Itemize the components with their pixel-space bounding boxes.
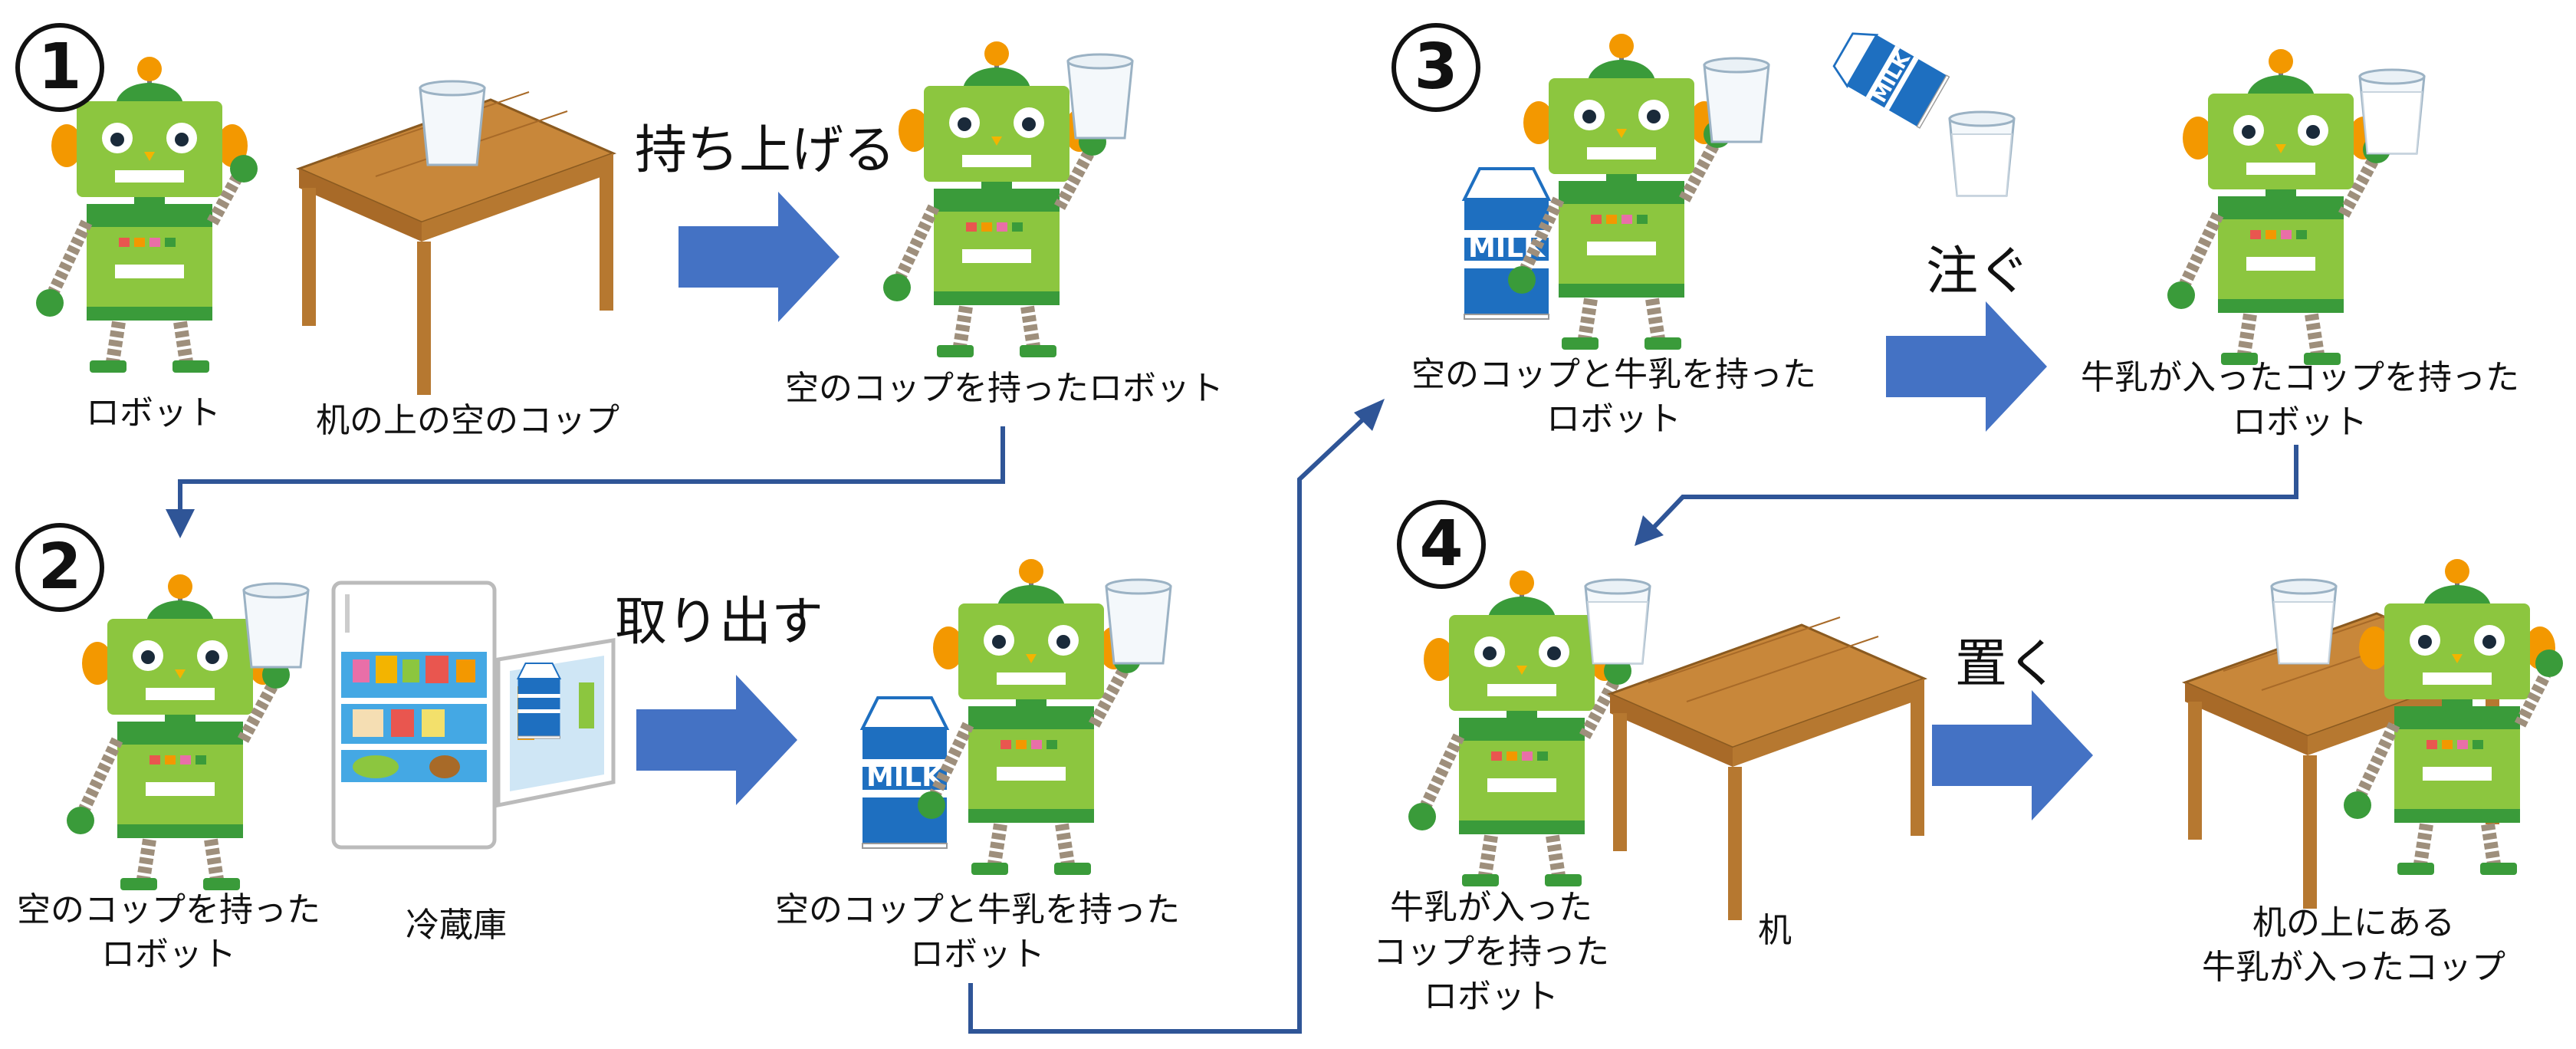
arrow-pour	[1886, 301, 2047, 432]
step-3-badge: 3	[1392, 23, 1480, 112]
robot-with-empty-cup-2	[67, 574, 310, 890]
step-4-badge: 4	[1397, 500, 1486, 589]
diagram-canvas: MILK MILK MILK 1 2 3 4 持ち上げる 取り出す 注ぐ 置く …	[0, 0, 2576, 1049]
caption-fridge: 冷蔵庫	[406, 906, 507, 945]
desk-with-empty-cup	[297, 80, 615, 396]
caption-robot-with-milk-cup: 牛乳が入ったコップを持った ロボット	[2081, 358, 2519, 442]
verb-take-out: 取り出す	[615, 592, 824, 653]
caption-milk-cup-on-desk: 机の上にある 牛乳が入ったコップ	[2202, 903, 2505, 987]
caption-robot: ロボット	[86, 393, 221, 432]
verb-lift: 持ち上げる	[635, 120, 896, 181]
caption-robot-with-cup-and-milk-3: 空のコップと牛乳を持った ロボット	[1411, 355, 1816, 439]
arrow-lift	[678, 192, 840, 322]
fridge-illustration	[334, 583, 613, 847]
connector-3-to-4	[1635, 445, 2298, 546]
milk-carton-2: MILK	[861, 696, 948, 850]
caption-robot-with-cup-and-milk-2: 空のコップと牛乳を持った ロボット	[775, 890, 1180, 974]
step-2-badge: 2	[15, 523, 104, 612]
caption-robot-with-empty-cup-2: 空のコップを持った ロボット	[17, 890, 320, 974]
arrow-place	[1932, 690, 2093, 820]
caption-robot-with-empty-cup: 空のコップを持ったロボット	[785, 369, 1224, 408]
caption-robot-with-milk-cup-4: 牛乳が入った コップを持った ロボット	[1373, 888, 1609, 1016]
step-1-badge: 1	[15, 23, 104, 112]
desk-with-milk-cup	[2183, 559, 2563, 910]
robot-with-empty-cup-1	[883, 41, 1134, 357]
pouring-milk: MILK	[1827, 23, 2016, 197]
robot-with-cup-and-milk-2	[918, 559, 1172, 875]
milk-text: MILK	[866, 761, 944, 793]
illustration-layer: MILK MILK MILK	[0, 23, 2563, 1034]
robot-with-milk-cup-3	[2167, 49, 2426, 365]
arrow-take-out	[636, 675, 797, 805]
verb-pour: 注ぐ	[1926, 242, 2031, 302]
verb-place: 置く	[1955, 634, 2060, 695]
caption-desk: 机	[1758, 911, 1792, 950]
caption-empty-cup-on-desk: 机の上の空のコップ	[316, 401, 619, 440]
desk-illustration	[1608, 616, 1926, 922]
